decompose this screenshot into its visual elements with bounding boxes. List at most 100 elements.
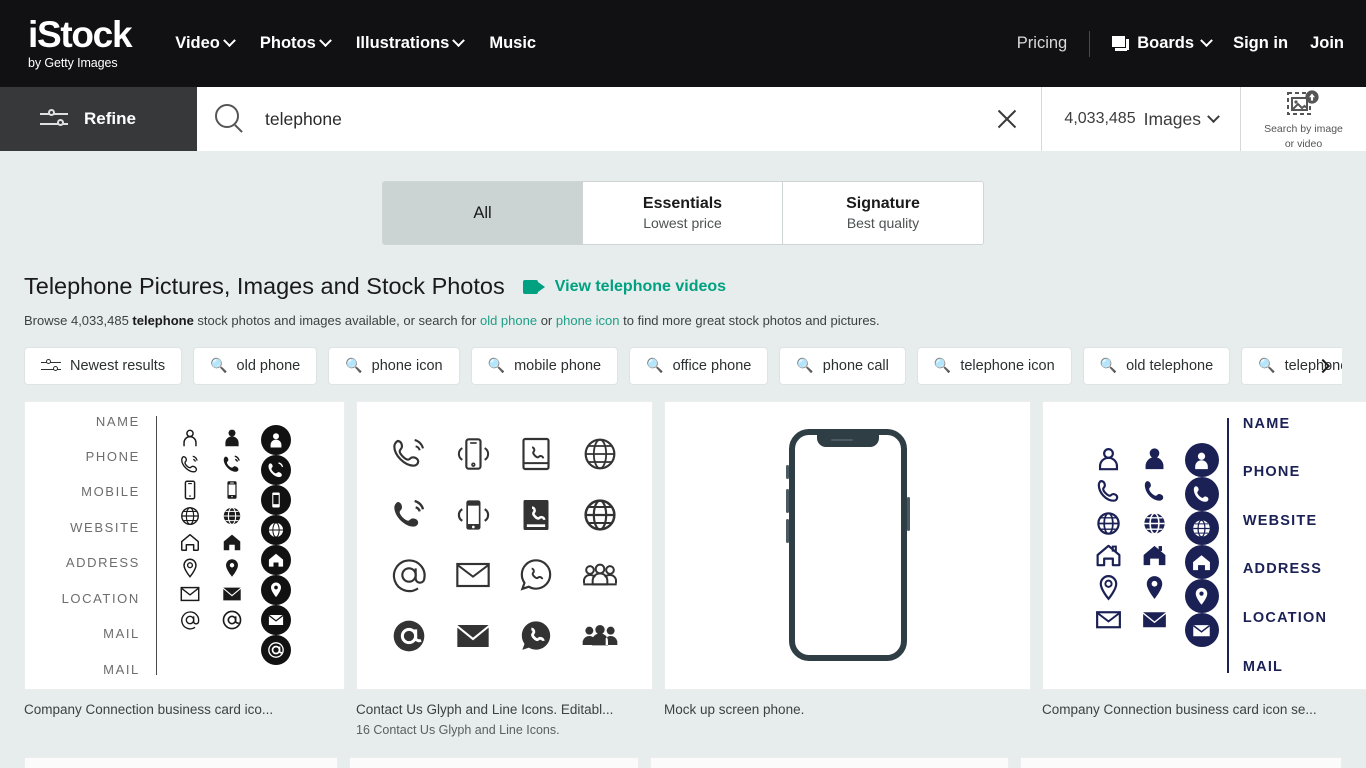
result-thumbnail[interactable]	[1019, 756, 1342, 768]
person-icon	[1139, 443, 1171, 475]
envelope-icon	[219, 581, 245, 607]
nav-item-photos[interactable]: Photos	[260, 34, 332, 53]
chips-next-arrow-icon[interactable]	[1310, 353, 1336, 379]
tab-title: Essentials	[642, 195, 723, 212]
search-by-image-label-line1: Search by image	[1264, 122, 1343, 135]
clear-search-icon[interactable]	[987, 99, 1027, 139]
result-card[interactable]: Contact Us Glyph and Line Icons. Editabl…	[356, 400, 653, 737]
chip-old-telephone[interactable]: 🔍 old telephone	[1082, 346, 1231, 385]
result-caption[interactable]: Contact Us Glyph and Line Icons. Editabl…	[356, 702, 653, 717]
nav-item-video[interactable]: Video	[175, 34, 236, 53]
istock-logo[interactable]: iStock by Getty Images	[28, 16, 133, 70]
refine-button[interactable]: Refine	[0, 87, 197, 151]
phone-notch	[816, 434, 879, 448]
result-caption[interactable]: Company Connection business card ico...	[24, 702, 345, 717]
search-icon: 🔍	[796, 357, 814, 374]
at-sign-icon	[261, 635, 292, 666]
result-thumbnail[interactable]	[24, 756, 338, 768]
result-thumbnail[interactable]	[664, 400, 1031, 690]
boards-menu[interactable]: Boards	[1112, 34, 1213, 53]
location-pin-icon	[219, 555, 245, 581]
search-bar: Refine 4,033,485 Images Search by image …	[0, 87, 1366, 151]
globe-icon	[261, 515, 292, 546]
chip-office-phone[interactable]: 🔍 office phone	[629, 346, 769, 385]
nav-item-illustrations[interactable]: Illustrations	[356, 34, 466, 53]
search-input[interactable]	[265, 108, 988, 130]
icon-row-labels: NAME PHONE MOBILE WEBSITE ADDRESS LOCATI…	[62, 414, 156, 677]
result-thumbnail[interactable]	[348, 756, 639, 768]
page-title: Telephone Pictures, Images and Stock Pho…	[24, 273, 505, 299]
at-sign-icon	[219, 607, 245, 633]
desc-link-old-phone[interactable]: old phone	[480, 313, 537, 328]
result-caption[interactable]: Mock up screen phone.	[664, 702, 1031, 717]
chip-label: phone icon	[371, 357, 443, 374]
home-icon	[177, 529, 203, 555]
chip-newest-results[interactable]: Newest results	[24, 346, 183, 385]
search-icon: 🔍	[1258, 357, 1276, 374]
nav-item-label: Video	[175, 34, 220, 52]
logo-tagline: by Getty Images	[28, 55, 118, 70]
mobile-vibrate-solid-icon	[451, 493, 495, 537]
result-card[interactable]: NAME PHONE WEBSITE ADDRESS LOCATION MAIL…	[1042, 400, 1366, 717]
chip-old-phone[interactable]: 🔍 old phone	[193, 346, 318, 385]
tab-all[interactable]: All	[383, 182, 583, 244]
tab-signature[interactable]: Signature Best quality	[783, 182, 983, 244]
result-card[interactable]: Mock up screen phone.	[664, 400, 1031, 717]
at-sign-solid-icon	[387, 614, 431, 658]
desc-text-1: Browse 4,033,485	[24, 313, 133, 328]
chip-mobile-phone[interactable]: 🔍 mobile phone	[470, 346, 619, 385]
at-sign-outline-icon	[387, 553, 431, 597]
search-by-image-button[interactable]: Search by image or video	[1240, 87, 1366, 151]
vertical-divider	[1226, 417, 1229, 673]
search-icon[interactable]	[215, 104, 245, 134]
phone-button-volume-up	[785, 489, 789, 514]
result-thumbnail[interactable]: NAME PHONE MOBILE WEBSITE ADDRESS LOCATI…	[24, 400, 345, 690]
chip-phone-call[interactable]: 🔍 phone call	[779, 346, 906, 385]
tab-essentials[interactable]: Essentials Lowest price	[583, 182, 783, 244]
chip-phone-icon[interactable]: 🔍 phone icon	[328, 346, 460, 385]
row-label: WEBSITE	[70, 519, 140, 535]
envelope-icon	[261, 605, 292, 636]
phone-ring-icon	[261, 455, 292, 486]
at-sign-icon	[177, 607, 203, 633]
top-navigation-bar: iStock by Getty Images Video Photos Illu…	[0, 0, 1366, 87]
icon-row-labels: NAME PHONE WEBSITE ADDRESS LOCATION MAIL	[1243, 416, 1327, 675]
icon-column-solid	[1139, 443, 1171, 635]
globe-grid-icon	[578, 493, 622, 537]
pricing-link[interactable]: Pricing	[1017, 34, 1067, 53]
result-thumbnail[interactable]	[356, 400, 653, 690]
business-card-icon-sheet-navy: NAME PHONE WEBSITE ADDRESS LOCATION MAIL	[1077, 402, 1337, 689]
desc-link-phone-icon[interactable]: phone icon	[556, 313, 620, 328]
results-grid: NAME PHONE MOBILE WEBSITE ADDRESS LOCATI…	[24, 400, 1366, 737]
home-icon	[1184, 545, 1219, 580]
result-caption[interactable]: Company Connection business card icon se…	[1042, 702, 1366, 717]
result-thumbnail[interactable]: NAME PHONE WEBSITE ADDRESS LOCATION MAIL	[1042, 400, 1366, 690]
phone-handset-icon	[1139, 475, 1171, 507]
phone-button-silent	[785, 465, 789, 480]
phone-book-outline-icon	[514, 432, 558, 476]
person-icon	[261, 425, 292, 456]
home-icon	[219, 529, 245, 555]
result-thumbnail[interactable]	[649, 756, 1009, 768]
view-videos-link[interactable]: View telephone videos	[522, 278, 726, 296]
search-input-area	[197, 87, 1041, 151]
desc-keyword: telephone	[132, 313, 194, 328]
chip-telephone-icon[interactable]: 🔍 telephone icon	[916, 346, 1072, 385]
search-icon: 🔍	[1099, 357, 1118, 374]
join-link[interactable]: Join	[1310, 34, 1344, 53]
results-grid-row-2	[24, 756, 1342, 768]
tab-title: All	[473, 203, 492, 222]
nav-item-music[interactable]: Music	[489, 34, 536, 53]
sign-in-link[interactable]: Sign in	[1233, 34, 1288, 53]
search-by-image-label-line2: or video	[1284, 138, 1323, 150]
chevron-down-icon	[318, 34, 332, 48]
envelope-icon	[1093, 603, 1125, 635]
phone-handset-icon	[1184, 477, 1219, 512]
asset-type-selector[interactable]: 4,033,485 Images	[1041, 87, 1240, 151]
asset-type-label: Images	[1143, 108, 1201, 129]
envelope-outline-icon	[451, 553, 495, 597]
result-card[interactable]: NAME PHONE MOBILE WEBSITE ADDRESS LOCATI…	[24, 400, 345, 717]
location-pin-icon	[1139, 571, 1171, 603]
row-label: MAIL	[103, 661, 140, 677]
icon-columns	[1093, 443, 1219, 648]
